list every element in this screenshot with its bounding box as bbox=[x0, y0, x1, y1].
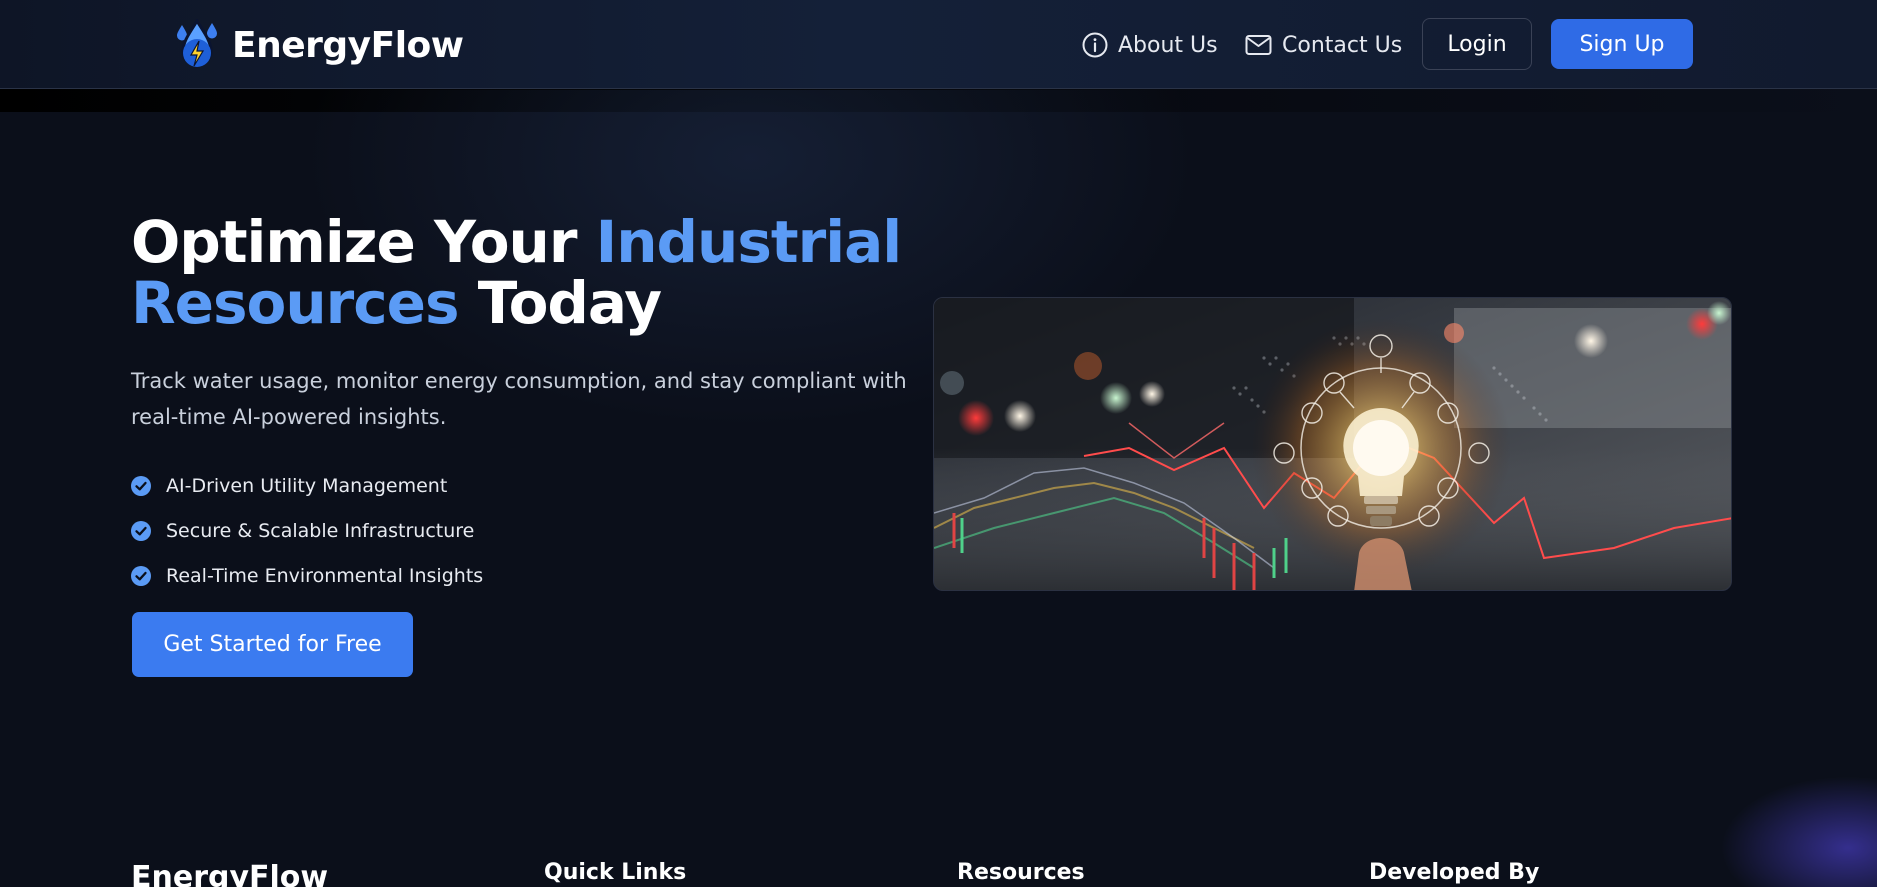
headline-accent-2: Resources bbox=[131, 269, 460, 337]
login-button[interactable]: Login bbox=[1422, 18, 1532, 70]
energy-lightbulb-illustration bbox=[934, 298, 1731, 590]
headline-accent-1: Industrial bbox=[595, 208, 902, 276]
feature-item: AI-Driven Utility Management bbox=[131, 463, 483, 508]
envelope-icon bbox=[1245, 35, 1272, 55]
check-circle-icon bbox=[131, 475, 151, 496]
info-circle-icon bbox=[1082, 32, 1108, 58]
headline-part-1: Optimize Your bbox=[131, 208, 596, 276]
feature-label: Real-Time Environmental Insights bbox=[166, 564, 484, 587]
signup-button[interactable]: Sign Up bbox=[1551, 19, 1693, 69]
brand-logo[interactable]: EnergyFlow bbox=[172, 18, 464, 72]
footer-heading-resources: Resources bbox=[957, 860, 1085, 885]
feature-label: Secure & Scalable Infrastructure bbox=[166, 519, 475, 542]
feature-label: AI-Driven Utility Management bbox=[166, 474, 448, 497]
nav-contact-link[interactable]: Contact Us bbox=[1245, 26, 1402, 64]
headline-part-2: Today bbox=[458, 269, 662, 337]
get-started-button[interactable]: Get Started for Free bbox=[132, 612, 413, 677]
hero-subtitle: Track water usage, monitor energy consum… bbox=[131, 369, 907, 429]
nav-about-label: About Us bbox=[1118, 32, 1218, 58]
nav-contact-label: Contact Us bbox=[1282, 32, 1403, 58]
check-circle-icon bbox=[131, 565, 151, 586]
footer-brand: EnergyFlow bbox=[131, 860, 329, 887]
brand-name: EnergyFlow bbox=[232, 24, 464, 66]
footer-heading-quick-links: Quick Links bbox=[544, 860, 687, 885]
feature-list: AI-Driven Utility Management Secure & Sc… bbox=[131, 463, 483, 598]
hero-headline: Optimize Your Industrial Resources Today bbox=[131, 212, 931, 334]
water-drops-lightning-icon bbox=[177, 19, 217, 67]
footer-glow bbox=[1720, 776, 1877, 887]
footer-heading-developed-by: Developed By bbox=[1369, 860, 1540, 885]
hero-image bbox=[933, 297, 1732, 591]
check-circle-icon bbox=[131, 520, 151, 541]
feature-item: Secure & Scalable Infrastructure bbox=[131, 508, 483, 553]
feature-item: Real-Time Environmental Insights bbox=[131, 553, 483, 598]
nav-about-link[interactable]: About Us bbox=[1082, 26, 1218, 64]
